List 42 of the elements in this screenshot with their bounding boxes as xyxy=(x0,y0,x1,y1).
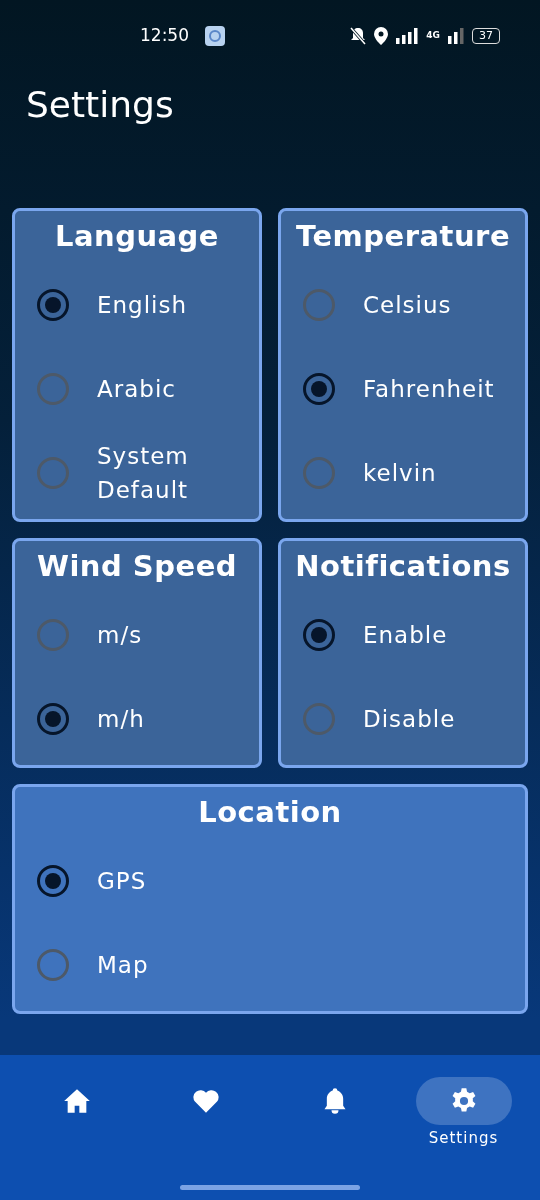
radio-button[interactable] xyxy=(303,373,335,405)
option-label[interactable]: GPS xyxy=(97,863,147,899)
home-icon xyxy=(62,1087,91,1115)
radio-button[interactable] xyxy=(37,457,69,489)
nav-tab[interactable] xyxy=(415,1077,512,1125)
option-label[interactable]: Map xyxy=(97,947,149,983)
radio-button[interactable] xyxy=(37,373,69,405)
radio-button[interactable] xyxy=(37,703,69,735)
option-label[interactable]: Fahrenheit xyxy=(363,371,495,407)
location-icon xyxy=(374,27,389,45)
radio-button[interactable] xyxy=(37,949,69,981)
option-label[interactable]: m/s xyxy=(97,617,143,653)
option-label[interactable]: Disable xyxy=(363,701,456,737)
radio-button[interactable] xyxy=(303,457,335,489)
radio-button[interactable] xyxy=(37,865,69,897)
page-title: Settings xyxy=(26,83,175,127)
card-title: Temperature xyxy=(294,218,512,255)
option-label[interactable]: English xyxy=(97,287,188,323)
radio-button[interactable] xyxy=(37,619,69,651)
card-title: Location xyxy=(197,794,343,831)
card-title: Language xyxy=(53,218,221,255)
option-label[interactable]: Enable xyxy=(363,617,448,653)
radio-button[interactable] xyxy=(303,619,335,651)
radio-button[interactable] xyxy=(303,289,335,321)
nav-label[interactable]: Settings xyxy=(428,1127,499,1150)
option-label[interactable]: Arabic xyxy=(97,371,176,407)
signal-icon xyxy=(448,28,464,44)
option-label[interactable]: System Default xyxy=(97,438,251,508)
signal-icon xyxy=(396,28,419,44)
status-time: 12:50 xyxy=(140,24,189,48)
network-type: 4G xyxy=(426,29,440,43)
option-label[interactable]: m/h xyxy=(97,701,145,737)
app-icon xyxy=(205,26,225,46)
battery-indicator: 37 xyxy=(472,28,500,44)
radio-button[interactable] xyxy=(303,703,335,735)
card-title: Wind Speed xyxy=(35,548,239,585)
heart-icon xyxy=(191,1087,220,1115)
mute-icon xyxy=(350,27,367,45)
option-label[interactable]: kelvin xyxy=(363,455,437,491)
radio-button[interactable] xyxy=(37,289,69,321)
option-label[interactable]: Celsius xyxy=(363,287,452,323)
card-title: Notifications xyxy=(294,548,512,585)
